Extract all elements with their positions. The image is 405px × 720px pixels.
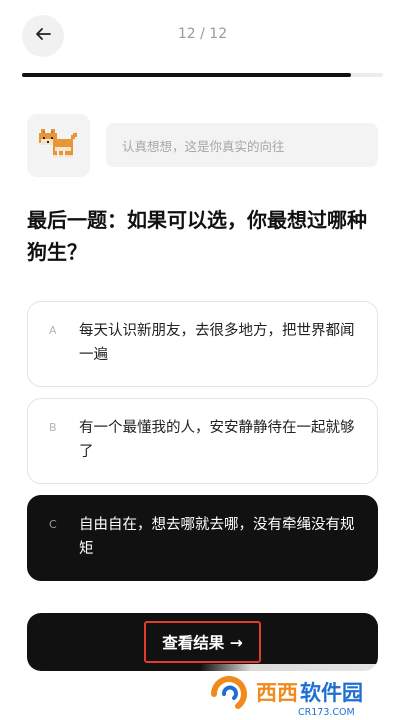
option-text: 自由自在，想去哪就去哪，没有牵绳没有规矩 — [79, 517, 355, 557]
hint-text: 认真想想，这是你真实的向往 — [122, 138, 285, 154]
option-letter: C — [49, 518, 57, 531]
svg-text:CR173.COM: CR173.COM — [298, 707, 355, 718]
shiba-dog-pixel-icon — [37, 127, 81, 165]
mascot-avatar — [27, 114, 90, 177]
question-title: 最后一题：如果可以选，你最想过哪种狗生？ — [27, 208, 367, 264]
view-result-button[interactable]: 查看结果 → — [27, 613, 378, 671]
progress-bar-fill — [22, 73, 351, 77]
option-letter: B — [49, 421, 57, 434]
view-result-label: 查看结果 → — [144, 621, 261, 663]
watermark-logo: 西西 软件园 CR173.COM — [200, 664, 405, 720]
option-text: 每天认识新朋友，去很多地方，把世界都闻一遍 — [79, 323, 355, 363]
option-text: 有一个最懂我的人，安安静静待在一起就够了 — [79, 420, 355, 460]
option-b[interactable]: B 有一个最懂我的人，安安静静待在一起就够了 — [27, 398, 378, 484]
progress-bar — [22, 73, 383, 77]
progress-counter: 12 / 12 — [177, 26, 228, 42]
option-letter: A — [49, 324, 57, 337]
svg-text:软件园: 软件园 — [300, 681, 363, 705]
svg-text:西西: 西西 — [256, 681, 298, 705]
option-c[interactable]: C 自由自在，想去哪就去哪，没有牵绳没有规矩 — [27, 495, 378, 581]
hint-bubble: 认真想想，这是你真实的向往 — [106, 123, 378, 167]
option-a[interactable]: A 每天认识新朋友，去很多地方，把世界都闻一遍 — [27, 301, 378, 387]
